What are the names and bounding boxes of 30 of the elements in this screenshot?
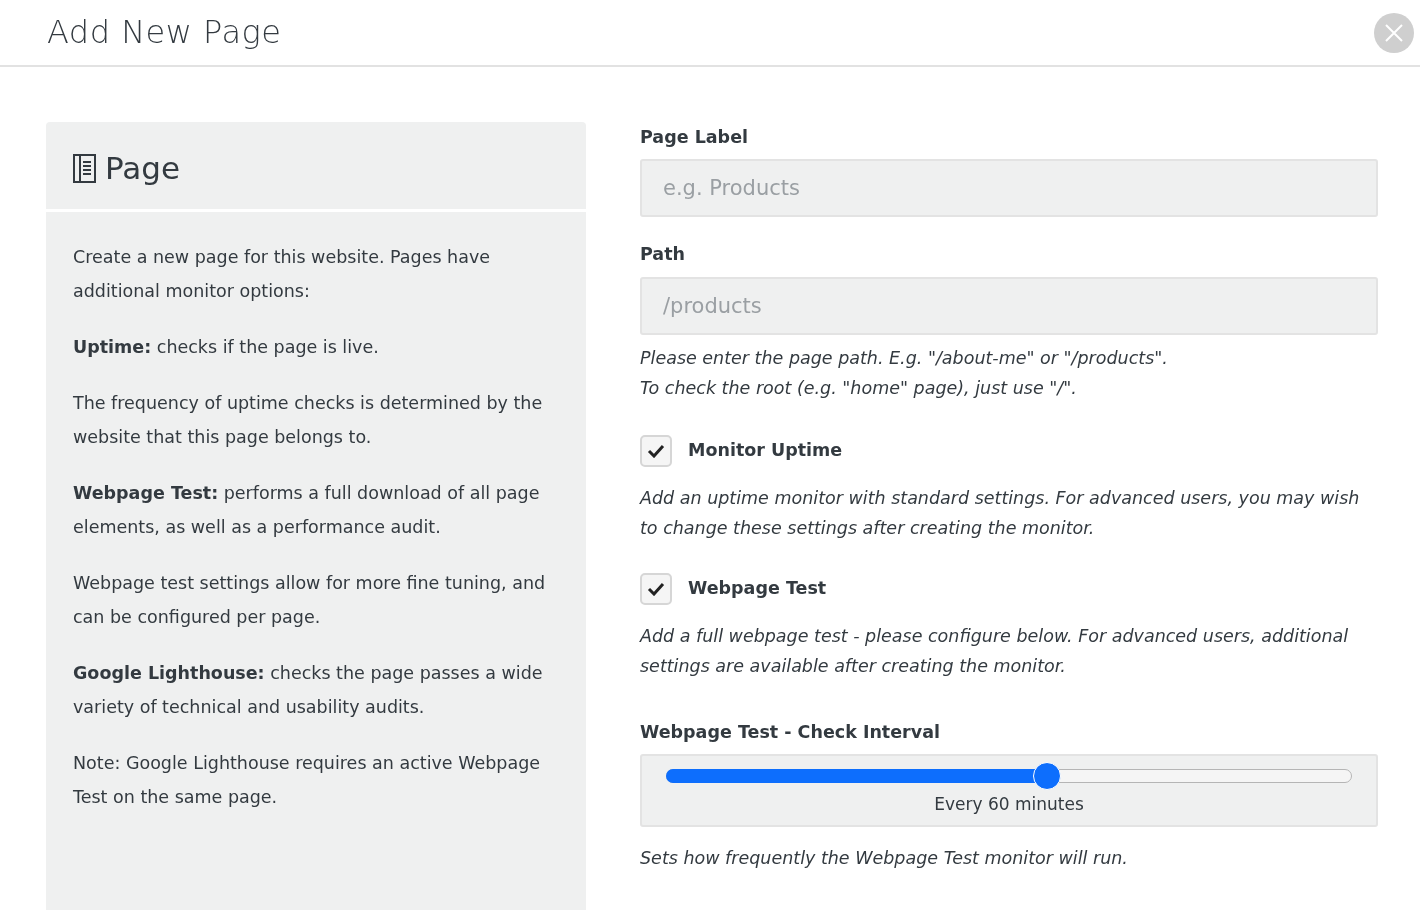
slider-thumb[interactable] <box>1032 761 1061 790</box>
help-text: To check the root (e.g. "home" page), just use "/". <box>640 376 1078 400</box>
checkmark-icon <box>647 443 665 458</box>
checkbox[interactable] <box>640 572 672 605</box>
help-text: Please enter the page path. E.g. "/about-me" or "/products". <box>640 346 1169 370</box>
field-label: Path <box>640 243 686 267</box>
info-paragraph: Google Lighthouse: checks the page passes a wide variety of technical and usability audits. <box>73 662 544 720</box>
checkbox[interactable] <box>640 434 672 467</box>
info-paragraph: Note: Google Lighthouse requires an active Webpage Test on the same page. <box>73 752 542 810</box>
checkmark-icon <box>647 581 665 596</box>
modal-title: Add New Page <box>47 13 282 52</box>
close-icon <box>1384 22 1404 43</box>
field-label: Webpage Test - Check Interval <box>640 720 941 744</box>
help-text: Add a full webpage test - please configure below. For advanced users, additional settings are available after creating the monitor. <box>640 624 1350 678</box>
document-icon <box>73 153 97 184</box>
help-text: Add an uptime monitor with standard settings. For advanced users, you may wish to change these settings after creating the monitor. <box>640 486 1361 540</box>
checkbox-label: Webpage Test <box>688 577 827 601</box>
info-paragraph: Webpage test settings allow for more fine tuning, and can be configured per page. <box>73 572 547 630</box>
help-text: Sets how frequently the Webpage Test monitor will run. <box>640 847 1129 871</box>
checkbox-label: Monitor Uptime <box>688 439 843 463</box>
input-field[interactable]: e.g. Products <box>640 159 1378 218</box>
info-paragraph: The frequency of uptime checks is determined by the website that this page belongs to. <box>73 392 544 450</box>
field-label: Page Label <box>640 126 749 149</box>
slider[interactable] <box>666 761 1352 790</box>
info-paragraph: Webpage Test: performs a full download of all page elements, as well as a performance audit. <box>73 482 541 540</box>
panel-heading: Page <box>105 150 181 188</box>
info-paragraph: Create a new page for this website. Pages have additional monitor options: <box>73 246 492 304</box>
input-field[interactable]: /products <box>640 276 1378 335</box>
info-paragraph: Uptime: checks if the page is live. <box>73 336 380 360</box>
slider-reading: Every 60 minutes <box>934 792 1084 816</box>
